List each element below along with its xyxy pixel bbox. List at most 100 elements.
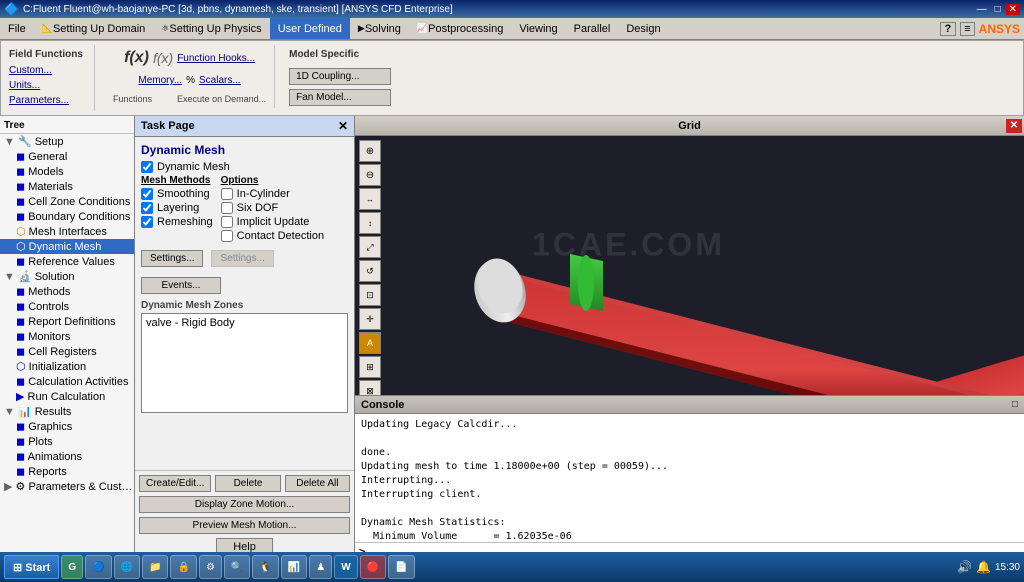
vp-annotate[interactable]: A <box>359 332 381 354</box>
fx-icon: f(x) <box>124 49 149 67</box>
create-edit-button[interactable]: Create/Edit... <box>139 475 211 492</box>
parameters-button[interactable]: Parameters... <box>9 94 90 107</box>
tree-monitors[interactable]: ◼ Monitors <box>0 329 134 344</box>
start-button[interactable]: ⊞ Start <box>4 555 59 579</box>
smoothing-checkbox[interactable] <box>141 188 153 200</box>
menu-bar: File 📐 Setting Up Domain ⚛ Setting Up Ph… <box>0 18 1024 40</box>
1d-coupling-button[interactable]: 1D Coupling... <box>289 68 391 85</box>
menu-design[interactable]: Design <box>618 18 668 39</box>
tree-mesh-interfaces[interactable]: ⬡ Mesh Interfaces <box>0 224 134 239</box>
memory-button[interactable]: Memory... <box>138 75 182 86</box>
menu-setting-up-physics[interactable]: ⚛ Setting Up Physics <box>153 18 269 39</box>
six-dof-checkbox[interactable] <box>221 202 233 214</box>
taskbar-item-web[interactable]: 🌐 <box>114 555 140 579</box>
contact-detection-checkbox[interactable] <box>221 230 233 242</box>
taskbar-item-g[interactable]: G <box>61 555 83 579</box>
percent-icon: % <box>186 75 195 86</box>
help-icon[interactable]: ? <box>940 22 957 36</box>
layering-checkbox[interactable] <box>141 202 153 214</box>
tree-reference-values[interactable]: ◼ Reference Values <box>0 254 134 269</box>
menu-user-defined[interactable]: User Defined <box>270 18 350 39</box>
tree-calculation-activities[interactable]: ◼ Calculation Activities <box>0 374 134 389</box>
grid-close-button[interactable]: ✕ <box>1006 119 1022 133</box>
vp-zoom-out[interactable]: ⊖ <box>359 164 381 186</box>
menu-parallel[interactable]: Parallel <box>566 18 619 39</box>
events-button[interactable]: Events... <box>141 277 221 294</box>
vp-select[interactable]: ⊡ <box>359 284 381 306</box>
settings-small-icon[interactable]: ≡ <box>960 22 974 36</box>
model-specific-label: Model Specific <box>289 49 391 60</box>
vp-zoom-box[interactable]: ⤢ <box>359 236 381 258</box>
vp-pan-v[interactable]: ↕ <box>359 212 381 234</box>
taskbar-item-word[interactable]: W <box>334 555 357 579</box>
fan-model-button[interactable]: Fan Model... <box>289 89 391 106</box>
vp-pan-h[interactable]: ↔ <box>359 188 381 210</box>
task-page-close-button[interactable]: ✕ <box>338 119 348 133</box>
taskbar-item-pdf[interactable]: 📄 <box>388 555 414 579</box>
implicit-update-checkbox[interactable] <box>221 216 233 228</box>
vp-zoom-fit[interactable]: ⊕ <box>359 140 381 162</box>
viewport-toolbar: ⊕ ⊖ ↔ ↕ ⤢ ↺ ⊡ ✛ A ⊞ ⊠ <box>359 140 381 395</box>
tree-run-calculation[interactable]: ▶ Run Calculation <box>0 389 134 404</box>
tree-models[interactable]: ◼ Models <box>0 164 134 179</box>
remeshing-checkbox[interactable] <box>141 216 153 228</box>
tree-parameters-customization[interactable]: ▶ ⚙ Parameters & Customizat... <box>0 479 134 494</box>
taskbar-item-search[interactable]: 🔍 <box>224 555 250 579</box>
viewport[interactable]: ⊕ ⊖ ↔ ↕ ⤢ ↺ ⊡ ✛ A ⊞ ⊠ <box>355 136 1024 395</box>
tree-report-definitions[interactable]: ◼ Report Definitions <box>0 314 134 329</box>
custom-button[interactable]: Custom... <box>9 64 90 77</box>
close-button[interactable]: ✕ <box>1006 4 1020 15</box>
volume-icon[interactable]: 🔔 <box>976 560 991 574</box>
display-zone-motion-button[interactable]: Display Zone Motion... <box>139 496 350 513</box>
tree-materials[interactable]: ◼ Materials <box>0 179 134 194</box>
menu-solving[interactable]: ▶ Solving <box>350 18 409 39</box>
menu-postprocessing[interactable]: 📈 Postprocessing <box>409 18 511 39</box>
taskbar-item-blue-circle[interactable]: 🔵 <box>85 555 111 579</box>
tree-cell-registers[interactable]: ◼ Cell Registers <box>0 344 134 359</box>
menu-viewing[interactable]: Viewing <box>511 18 565 39</box>
vp-rotate[interactable]: ↺ <box>359 260 381 282</box>
tree-controls[interactable]: ◼ Controls <box>0 299 134 314</box>
network-icon[interactable]: 🔊 <box>957 560 972 574</box>
tree-header: Tree <box>0 118 134 134</box>
console-maximize-button[interactable]: □ <box>1012 399 1018 410</box>
taskbar-item-red[interactable]: 🔴 <box>360 555 386 579</box>
tree-setup[interactable]: ▼ 🔧 Setup <box>0 134 134 149</box>
settings-btn-1[interactable]: Settings... <box>141 250 203 267</box>
taskbar-item-lock[interactable]: 🔒 <box>170 555 196 579</box>
tree-initialization[interactable]: ⬡ Initialization <box>0 359 134 374</box>
vp-mirror[interactable]: ⊠ <box>359 380 381 395</box>
tree-dynamic-mesh[interactable]: ⬡ Dynamic Mesh <box>0 239 134 254</box>
taskbar-item-chart[interactable]: 📊 <box>281 555 307 579</box>
tree-plots[interactable]: ◼ Plots <box>0 434 134 449</box>
tree-solution[interactable]: ▼ 🔬 Solution <box>0 269 134 284</box>
tree-reports[interactable]: ◼ Reports <box>0 464 134 479</box>
settings-btn-2[interactable]: Settings... <box>211 250 273 267</box>
taskbar-item-penguin[interactable]: 🐧 <box>252 555 278 579</box>
taskbar-item-chess[interactable]: ♟ <box>309 555 332 579</box>
tree-cell-zone-conditions[interactable]: ◼ Cell Zone Conditions <box>0 194 134 209</box>
tree-boundary-conditions[interactable]: ◼ Boundary Conditions <box>0 209 134 224</box>
tree-graphics[interactable]: ◼ Graphics <box>0 419 134 434</box>
vp-probe[interactable]: ✛ <box>359 308 381 330</box>
zone-item-valve[interactable]: valve - Rigid Body <box>144 316 345 330</box>
scalars-button[interactable]: Scalars... <box>199 75 241 86</box>
tree-animations[interactable]: ◼ Animations <box>0 449 134 464</box>
dynamic-mesh-checkbox[interactable] <box>141 161 153 173</box>
taskbar-item-gear[interactable]: ⚙ <box>199 555 222 579</box>
delete-all-button[interactable]: Delete All <box>285 475 350 492</box>
minimize-button[interactable]: — <box>974 4 990 15</box>
tree-methods[interactable]: ◼ Methods <box>0 284 134 299</box>
taskbar-item-folder[interactable]: 📁 <box>142 555 168 579</box>
delete-button[interactable]: Delete <box>215 475 280 492</box>
tree-results[interactable]: ▼ 📊 Results <box>0 404 134 419</box>
maximize-button[interactable]: □ <box>992 4 1004 15</box>
function-hooks-button[interactable]: Function Hooks... <box>177 53 255 64</box>
vp-grid[interactable]: ⊞ <box>359 356 381 378</box>
preview-mesh-motion-button[interactable]: Preview Mesh Motion... <box>139 517 350 534</box>
in-cylinder-checkbox[interactable] <box>221 188 233 200</box>
menu-file[interactable]: File <box>0 18 34 39</box>
tree-general[interactable]: ◼ General <box>0 149 134 164</box>
menu-setting-up-domain[interactable]: 📐 Setting Up Domain <box>34 18 154 39</box>
units-button[interactable]: Units... <box>9 79 90 92</box>
